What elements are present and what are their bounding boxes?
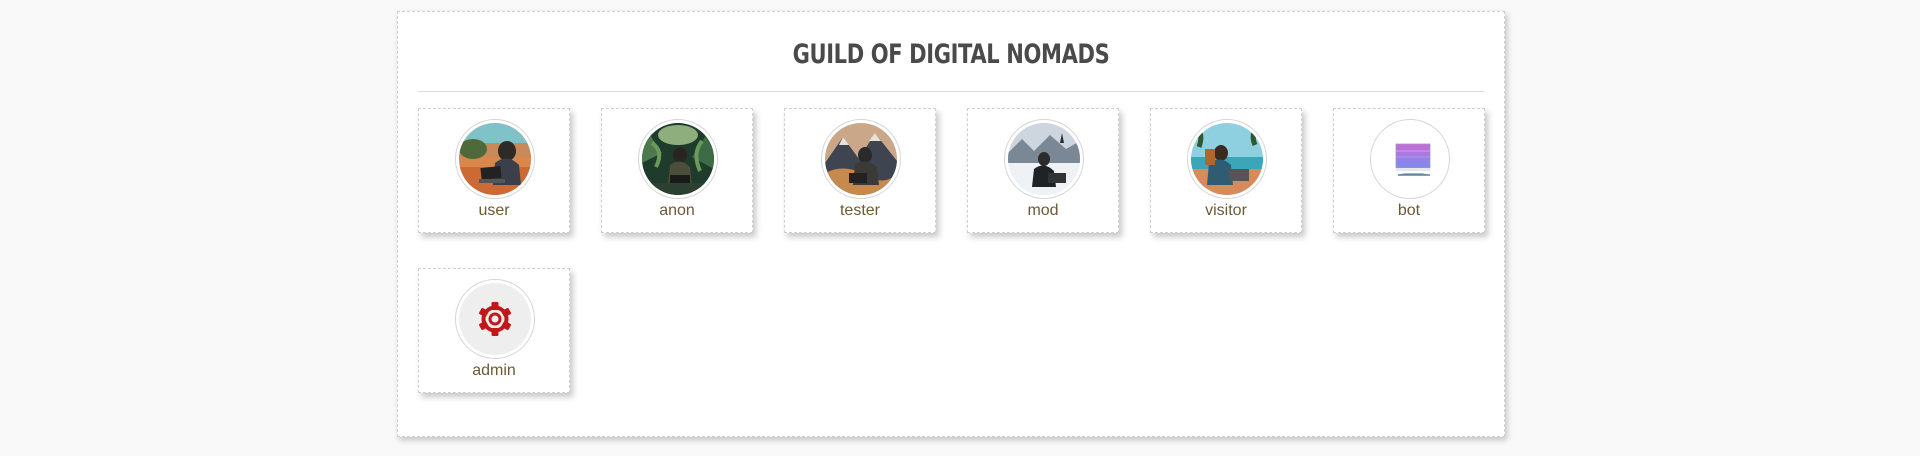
- member-card-visitor[interactable]: visitor: [1150, 108, 1302, 233]
- photo-mountain-laptop-avatar: [825, 123, 897, 195]
- guild-panel: GUILD OF DIGITAL NOMADS user anon tester…: [397, 11, 1505, 437]
- member-label: admin: [472, 362, 516, 379]
- avatar: [455, 279, 535, 359]
- avatar: [1004, 119, 1084, 199]
- member-card-user[interactable]: user: [418, 108, 570, 233]
- title-divider: [418, 91, 1484, 92]
- member-card-bot[interactable]: bot: [1333, 108, 1485, 233]
- avatar: [638, 119, 718, 199]
- photo-seaside-laptop-avatar: [1191, 123, 1263, 195]
- member-label: tester: [839, 202, 880, 219]
- avatar: [455, 119, 535, 199]
- gear-icon-badge: [459, 283, 531, 355]
- member-label: user: [478, 202, 510, 219]
- gear-icon: [478, 302, 512, 336]
- photo-snow-laptop-avatar: [1008, 123, 1080, 195]
- avatar: [821, 119, 901, 199]
- member-label: anon: [659, 202, 695, 219]
- photo-jungle-laptop-avatar: [642, 123, 714, 195]
- photo-beach-laptop-avatar: [459, 123, 531, 195]
- member-label: mod: [1027, 202, 1059, 219]
- monitor-icon: [1374, 123, 1446, 195]
- member-card-anon[interactable]: anon: [601, 108, 753, 233]
- member-label: visitor: [1205, 202, 1247, 219]
- page-title: GUILD OF DIGITAL NOMADS: [792, 39, 1110, 70]
- avatar: [1370, 119, 1450, 199]
- avatar: [1187, 119, 1267, 199]
- member-card-tester[interactable]: tester: [784, 108, 936, 233]
- member-label: bot: [1397, 202, 1421, 219]
- member-card-admin[interactable]: admin: [418, 268, 570, 393]
- member-card-mod[interactable]: mod: [967, 108, 1119, 233]
